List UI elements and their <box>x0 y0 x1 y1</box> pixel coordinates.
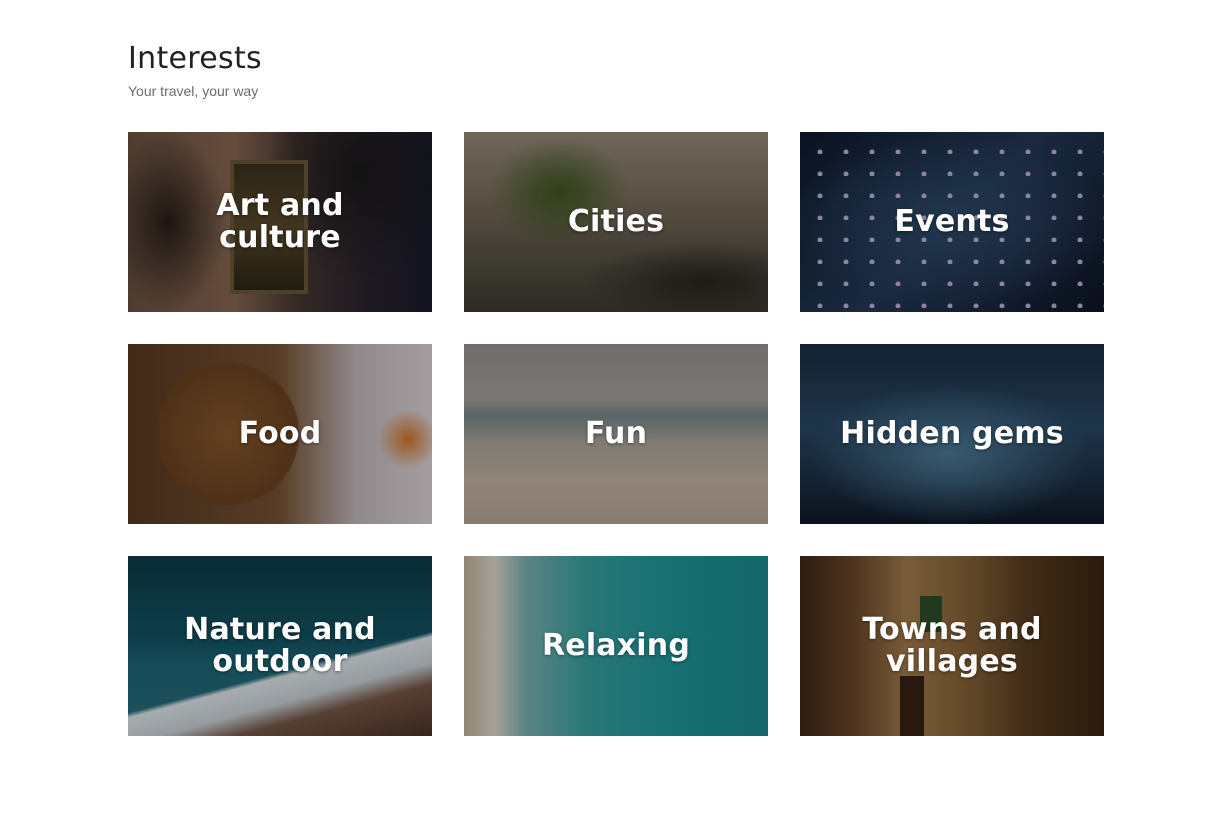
interest-tile-fun[interactable]: Fun <box>464 344 768 524</box>
interests-header: Interests Your travel, your way <box>128 40 262 100</box>
tile-label: Food <box>238 416 322 451</box>
tile-label: Cities <box>567 204 665 239</box>
tile-label: Relaxing <box>541 628 691 663</box>
page-title: Interests <box>128 41 262 76</box>
tile-label: Events <box>894 204 1010 239</box>
interest-tile-nature-and-outdoor[interactable]: Nature and outdoor <box>128 556 432 736</box>
interest-tile-art-and-culture[interactable]: Art and culture <box>128 132 432 312</box>
tile-label: Art and culture <box>216 188 344 255</box>
interest-tile-towns-and-villages[interactable]: Towns and villages <box>800 556 1104 736</box>
interest-tile-cities[interactable]: Cities <box>464 132 768 312</box>
interest-tile-hidden-gems[interactable]: Hidden gems <box>800 344 1104 524</box>
interest-tile-relaxing[interactable]: Relaxing <box>464 556 768 736</box>
interest-tile-food[interactable]: Food <box>128 344 432 524</box>
tile-label: Hidden gems <box>840 416 1064 451</box>
interest-tile-events[interactable]: Events <box>800 132 1104 312</box>
tile-label: Nature and outdoor <box>184 612 376 679</box>
tile-label: Towns and villages <box>862 612 1042 679</box>
page-subtitle: Your travel, your way <box>128 83 259 99</box>
tile-label: Fun <box>584 416 648 451</box>
interests-grid: Art and culture Cities Events Food Fun H… <box>128 132 1104 736</box>
